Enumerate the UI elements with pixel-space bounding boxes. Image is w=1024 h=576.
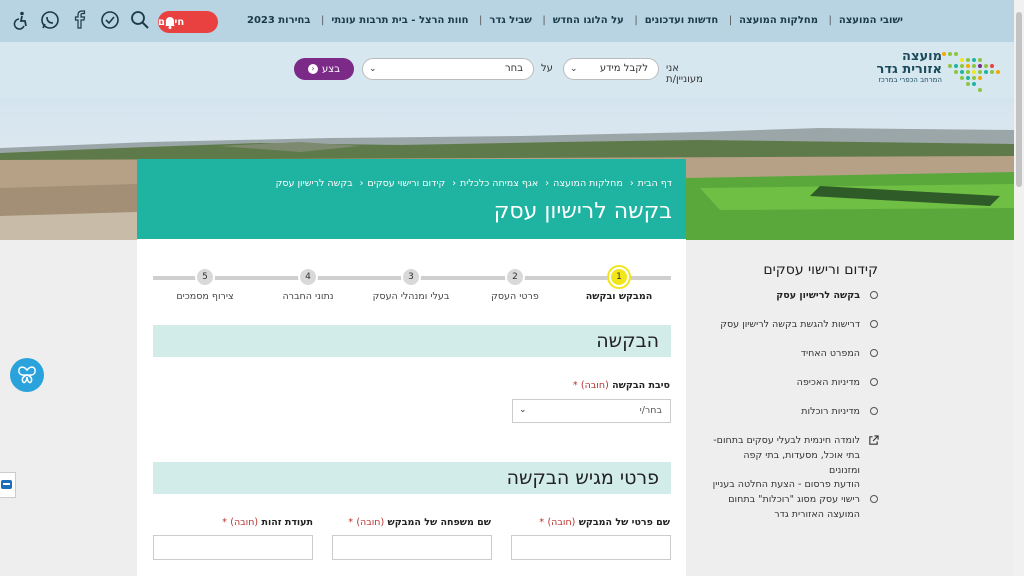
main-nav: ישובי המועצה| מחלקות המועצה| חדשות ועדכו… [240,15,910,26]
accessibility-widget-button[interactable] [10,358,44,392]
circle-icon [870,291,878,299]
nav-item-gedera-trail[interactable]: שביל גדר [482,15,539,26]
breadcrumb-item-business-licensing[interactable]: קידום ורישוי עסקים [367,178,445,189]
council-name: מועצה אזורית גדר המרחב הכפרי במרכז [876,49,942,84]
top-icons [10,10,150,30]
external-link-icon [869,435,879,445]
breadcrumb: דף הבית‹ מחלקות המועצה‹ אגף צמיחה כלכלית… [275,178,672,189]
sidebar: קידום ורישוי עסקים בקשה לרישיון עסק דריש… [712,262,892,522]
form-stepper: 1 המבקש ובקשה 2 פרטי העסק 3 בעלי ומנהלי … [153,267,671,317]
circle-icon [870,495,878,503]
top-bar: חירום ישובי המועצה| מחלקות המועצה| חדשות… [0,0,1014,42]
step-2[interactable]: 2 פרטי העסק [470,267,560,302]
interest-label: אני מעוניין/ת [666,63,703,85]
nav-item-news[interactable]: חדשות ועדכונים [638,15,726,26]
sidebar-title: קידום ורישוי עסקים [763,262,878,278]
breadcrumb-item-current: בקשה לרישיון עסק [275,178,353,189]
nav-item-departments[interactable]: מחלקות המועצה [732,15,825,26]
last-name-label: שם משפחה של המבקש (חובה) * [348,517,491,528]
facebook-icon[interactable] [70,10,90,30]
breadcrumb-item-home[interactable]: דף הבית [638,178,672,189]
intent-select[interactable]: לקבל מידע ⌄ [563,58,659,80]
first-name-input[interactable] [511,535,671,560]
nav-item-elections[interactable]: בחירות 2023 [240,15,318,26]
sidebar-item-uniform-spec[interactable]: המפרט האחיד [712,346,892,375]
sidebar-item-free-course[interactable]: לומדה חינמית לבעלי עסקים בתחום- בתי אוכל… [712,433,892,477]
topic-select[interactable]: בחר ⌄ [362,58,534,80]
chat-icon [1,480,12,489]
chevron-down-icon: ⌄ [570,64,578,74]
chevron-left-icon: ‹ [308,64,319,74]
chevron-down-icon: ⌄ [519,405,527,415]
nav-item-herzl-farm[interactable]: חוות הרצל - בית תרבות עונתי [324,15,475,26]
on-label: על [541,63,553,74]
whatsapp-icon[interactable] [40,10,60,30]
circle-icon [870,349,878,357]
search-icon[interactable] [130,10,150,30]
circle-icon [870,378,878,386]
step-1[interactable]: 1 המבקש ובקשה [574,267,664,302]
sidebar-item-enforcement-policy[interactable]: מדיניות האכיפה [712,375,892,404]
go-button[interactable]: בצע ‹ [294,58,354,80]
step-4[interactable]: 4 נתוני החברה [263,267,353,302]
header: מועצה אזורית גדר המרחב הכפרי במרכז אני מ… [0,42,1014,98]
form-card: 1 המבקש ובקשה 2 פרטי העסק 3 בעלי ומנהלי … [137,239,686,576]
scrollbar-thumb[interactable] [1016,12,1022,187]
section-request-title: הבקשה [153,325,671,357]
butterfly-icon [18,366,36,384]
circle-icon [870,320,878,328]
breadcrumb-item-departments[interactable]: מחלקות המועצה [553,178,623,189]
clock-check-icon[interactable] [100,10,120,30]
circle-icon [870,407,878,415]
page-scrollbar[interactable] [1014,0,1024,576]
sidebar-item-publication-notice[interactable]: הודעת פרסום - הצעת החלטה בעניין רישוי עס… [712,477,892,522]
side-tab[interactable] [0,472,16,498]
sidebar-item-peddling-policy[interactable]: מדיניות רוכלות [712,404,892,433]
nav-item-settlements[interactable]: ישובי המועצה [832,15,910,26]
accessibility-icon[interactable] [10,10,30,30]
chevron-down-icon: ⌄ [369,64,377,74]
emergency-button[interactable]: חירום [158,11,218,33]
id-input[interactable] [153,535,313,560]
reason-label: סיבת הבקשה (חובה) * [572,380,670,391]
nav-item-new-logo[interactable]: על הלוגו החדש [546,15,631,26]
sidebar-item-requirements[interactable]: דרישות להגשת בקשה לרישיון עסק [712,317,892,346]
page-header-box: דף הבית‹ מחלקות המועצה‹ אגף צמיחה כלכלית… [137,159,686,239]
first-name-label: שם פרטי של המבקש (חובה) * [539,517,670,528]
last-name-input[interactable] [332,535,492,560]
breadcrumb-item-economic-growth[interactable]: אגף צמיחה כלכלית [460,178,538,189]
bell-icon [165,17,175,29]
sidebar-item-license-request[interactable]: בקשה לרישיון עסק [712,288,892,317]
id-label: תעודת זהות (חובה) * [222,517,313,528]
reason-select[interactable]: בחר/י ⌄ [512,399,671,423]
section-applicant-title: פרטי מגיש הבקשה [153,462,671,494]
page-title: בקשה לרישיון עסק [493,199,672,224]
step-5[interactable]: 5 צירוף מסמכים [160,267,250,302]
step-3[interactable]: 3 בעלי ומנהלי העסק [366,267,456,302]
